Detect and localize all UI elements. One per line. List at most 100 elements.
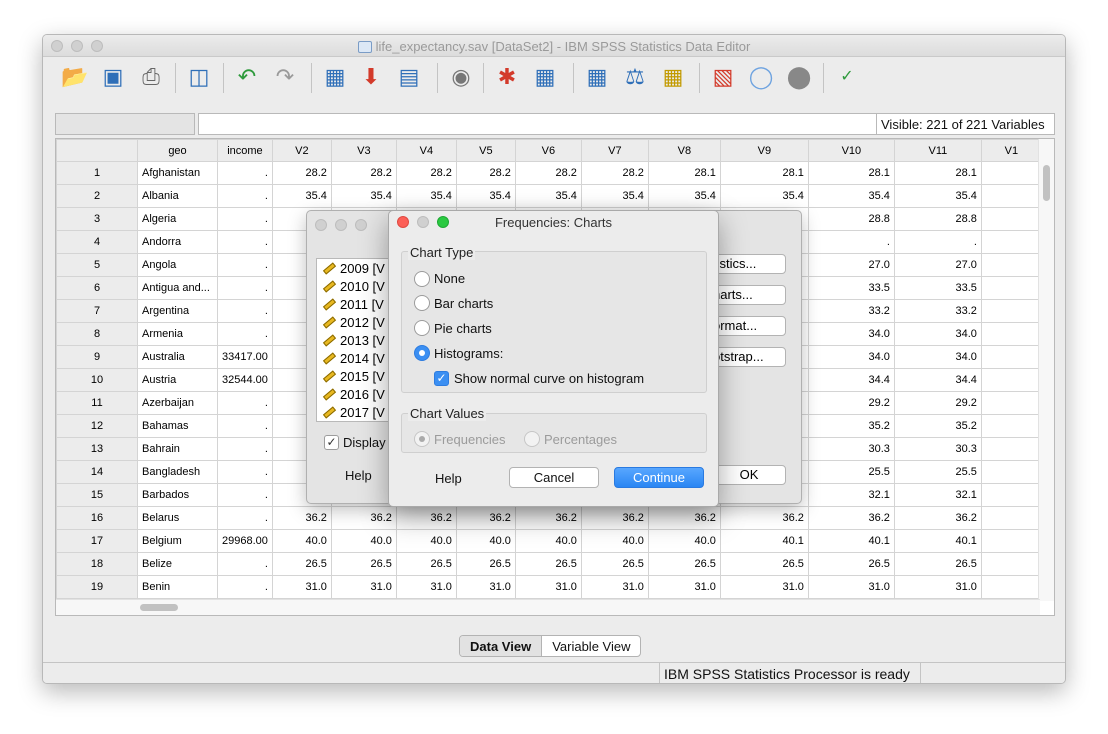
data-cell[interactable]: 36.2 (647, 506, 721, 530)
tab-data-view[interactable]: Data View (460, 636, 543, 656)
row-number[interactable]: 7 (56, 299, 138, 323)
row-number[interactable]: 14 (56, 460, 138, 484)
data-cell[interactable]: 40.1 (807, 529, 895, 553)
income-cell[interactable]: . (217, 414, 273, 438)
data-cell[interactable]: 40.0 (580, 529, 649, 553)
data-cell[interactable]: 35.4 (580, 184, 649, 208)
cell-reference-field[interactable] (55, 113, 195, 135)
list-item[interactable]: 2010 [V (317, 277, 389, 295)
income-cell[interactable]: . (217, 276, 273, 300)
pie-charts-radio[interactable] (414, 320, 430, 336)
row-number[interactable]: 5 (56, 253, 138, 277)
list-item[interactable]: 2009 [V (317, 259, 389, 277)
income-cell[interactable]: . (217, 253, 273, 277)
income-cell[interactable]: 32544.00 (217, 368, 273, 392)
data-cell[interactable]: 26.5 (647, 552, 721, 576)
data-cell[interactable]: 26.5 (893, 552, 982, 576)
data-cell[interactable]: 36.2 (807, 506, 895, 530)
data-cell[interactable]: 28.2 (395, 161, 457, 185)
data-cell[interactable] (980, 230, 1042, 254)
data-cell[interactable]: 35.4 (719, 184, 809, 208)
data-cell[interactable]: . (807, 230, 895, 254)
list-item[interactable]: 2014 [V (317, 349, 389, 367)
data-cell[interactable]: 28.1 (893, 161, 982, 185)
column-header[interactable]: V3 (330, 139, 397, 162)
save-icon[interactable]: ▣ (97, 61, 129, 93)
row-number[interactable]: 10 (56, 368, 138, 392)
list-item[interactable]: 2015 [V (317, 367, 389, 385)
data-cell[interactable]: 28.1 (807, 161, 895, 185)
data-cell[interactable]: 29.2 (893, 391, 982, 415)
data-cell[interactable]: 28.2 (580, 161, 649, 185)
income-cell[interactable]: 33417.00 (217, 345, 273, 369)
income-cell[interactable]: . (217, 299, 273, 323)
row-number[interactable]: 16 (56, 506, 138, 530)
data-cell[interactable]: 36.2 (455, 506, 516, 530)
data-cell[interactable]: 30.3 (807, 437, 895, 461)
data-cell[interactable]: 33.2 (893, 299, 982, 323)
geo-cell[interactable]: Afghanistan (137, 161, 218, 185)
horizontal-scrollbar[interactable] (56, 599, 1040, 615)
income-cell[interactable]: . (217, 460, 273, 484)
data-cell[interactable] (980, 391, 1042, 415)
none-radio[interactable] (414, 271, 430, 287)
data-cell[interactable]: 40.0 (330, 529, 397, 553)
data-cell[interactable] (980, 529, 1042, 553)
split-file-icon[interactable]: ▦ (581, 61, 613, 93)
data-cell[interactable] (980, 460, 1042, 484)
data-cell[interactable]: 28.2 (514, 161, 582, 185)
data-cell[interactable]: 31.0 (807, 575, 895, 599)
bar-charts-radio[interactable] (414, 295, 430, 311)
data-cell[interactable]: 28.8 (807, 207, 895, 231)
data-cell[interactable]: 32.1 (893, 483, 982, 507)
goto-variable-icon[interactable]: ⬇ (355, 61, 387, 93)
geo-cell[interactable]: Belarus (137, 506, 218, 530)
data-cell[interactable]: 28.1 (647, 161, 721, 185)
data-cell[interactable]: 26.5 (807, 552, 895, 576)
data-cell[interactable]: 33.2 (807, 299, 895, 323)
row-number[interactable]: 18 (56, 552, 138, 576)
geo-cell[interactable]: Belize (137, 552, 218, 576)
data-cell[interactable] (980, 253, 1042, 277)
geo-cell[interactable]: Barbados (137, 483, 218, 507)
data-cell[interactable]: 35.4 (807, 184, 895, 208)
data-cell[interactable] (980, 299, 1042, 323)
data-cell[interactable]: 35.4 (514, 184, 582, 208)
continue-button[interactable]: Continue (614, 467, 704, 488)
data-cell[interactable] (980, 276, 1042, 300)
frequencies-close-button[interactable] (315, 219, 327, 231)
frequencies-radio[interactable] (414, 431, 430, 447)
data-cell[interactable]: 31.0 (719, 575, 809, 599)
column-header[interactable]: V9 (719, 139, 809, 162)
column-header[interactable]: V2 (271, 139, 332, 162)
data-cell[interactable]: 35.4 (395, 184, 457, 208)
data-cell[interactable]: 40.0 (271, 529, 332, 553)
data-cell[interactable]: 28.8 (893, 207, 982, 231)
find-icon[interactable]: ◉ (445, 61, 477, 93)
column-header[interactable]: V4 (395, 139, 457, 162)
data-cell[interactable]: 28.2 (271, 161, 332, 185)
geo-cell[interactable]: Andorra (137, 230, 218, 254)
data-cell[interactable]: 40.0 (455, 529, 516, 553)
ok-button[interactable]: OK (712, 465, 786, 485)
frequencies-zoom-button[interactable] (355, 219, 367, 231)
geo-cell[interactable]: Antigua and... (137, 276, 218, 300)
column-header[interactable]: V8 (647, 139, 721, 162)
list-item[interactable]: 2017 [V (317, 403, 389, 421)
data-cell[interactable]: 26.5 (395, 552, 457, 576)
row-number[interactable]: 3 (56, 207, 138, 231)
data-cell[interactable]: 40.1 (719, 529, 809, 553)
income-cell[interactable]: . (217, 207, 273, 231)
redo-icon[interactable]: ↷ (269, 61, 301, 93)
data-cell[interactable] (980, 161, 1042, 185)
data-cell[interactable]: 34.0 (893, 345, 982, 369)
data-cell[interactable] (980, 414, 1042, 438)
geo-cell[interactable]: Angola (137, 253, 218, 277)
income-cell[interactable]: . (217, 391, 273, 415)
data-cell[interactable]: 28.1 (719, 161, 809, 185)
recall-dialog-icon[interactable]: ◫ (183, 61, 215, 93)
income-cell[interactable]: . (217, 437, 273, 461)
data-cell[interactable]: 26.5 (271, 552, 332, 576)
data-cell[interactable]: 36.2 (395, 506, 457, 530)
use-sets-icon[interactable]: ◯ (745, 61, 777, 93)
